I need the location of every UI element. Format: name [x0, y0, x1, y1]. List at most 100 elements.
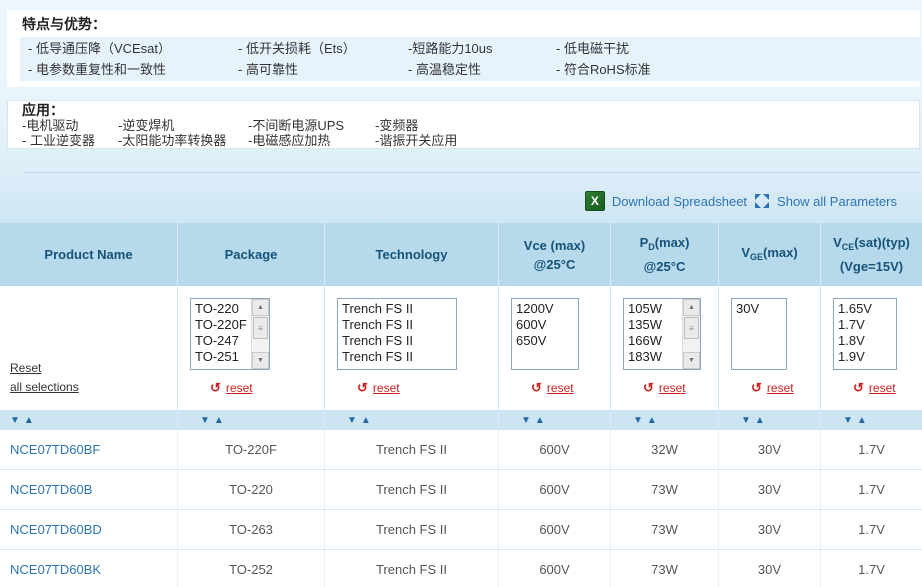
technology-cell: Trench FS II [325, 430, 499, 469]
vcesat-cell: 1.7V [821, 510, 922, 549]
reset-vce-link[interactable]: reset [547, 381, 574, 395]
column-header-pd-max: PD(max) @25°C [611, 223, 719, 286]
sort-desc-icon[interactable]: ▼ [347, 415, 357, 426]
sort-asc-icon[interactable]: ▲ [535, 415, 545, 426]
table-row: NCE07TD60BF TO-220F Trench FS II 600V 32… [0, 430, 922, 470]
applications-title: 应用： [8, 101, 919, 118]
reset-pd-link[interactable]: reset [659, 381, 686, 395]
feature-item: - 高可靠性 [238, 59, 408, 80]
reset-all-selections-link[interactable]: Reset [10, 359, 177, 378]
scrollbar-thumb[interactable]: ≡ [253, 317, 268, 339]
sort-desc-icon[interactable]: ▼ [741, 415, 751, 426]
reset-vcesat-link[interactable]: reset [869, 381, 896, 395]
application-item: -逆变焊机 [118, 118, 248, 133]
pd-option[interactable]: 183W [628, 349, 682, 365]
sort-asc-icon[interactable]: ▲ [361, 415, 371, 426]
show-all-parameters-link[interactable]: Show all Parameters [777, 194, 897, 209]
vge-listbox[interactable]: 30V [731, 298, 787, 370]
table-body: NCE07TD60BF TO-220F Trench FS II 600V 32… [0, 430, 922, 587]
technology-option[interactable]: Trench FS II [342, 349, 456, 365]
reset-vge-link[interactable]: reset [767, 381, 794, 395]
filter-reset-all: Reset all selections [0, 286, 178, 410]
filter-vcesat: 1.65V 1.7V 1.8V 1.9V ↺ reset [821, 286, 922, 410]
pd-cell: 73W [611, 510, 719, 549]
features-title: 特点与优势： [7, 10, 920, 37]
column-header-vcesat: VCE(sat)(typ) (Vge=15V) [821, 223, 922, 286]
vce-option[interactable]: 1200V [516, 301, 578, 317]
sort-desc-icon[interactable]: ▼ [843, 415, 853, 426]
vcesat-option[interactable]: 1.7V [838, 317, 896, 333]
package-cell: TO-220F [178, 430, 325, 469]
features-row: - 低导通压降（VCEsat） - 低开关损耗（Ets） -短路能力10us -… [20, 38, 920, 59]
package-listbox[interactable]: TO-220 TO-220F TO-247 TO-251 ▲ ≡ ▼ [190, 298, 270, 370]
download-spreadsheet-link[interactable]: Download Spreadsheet [612, 194, 747, 209]
vge-option[interactable]: 30V [736, 301, 786, 317]
scrollbar-thumb[interactable]: ≡ [684, 317, 699, 339]
filter-pd-max: 105W 135W 166W 183W ▲ ≡ ▼ ↺ reset [611, 286, 719, 410]
feature-item: - 电参数重复性和一致性 [28, 59, 238, 80]
vce-cell: 600V [499, 470, 611, 509]
applications-row: - 工业逆变器 -太阳能功率转换器 -电磁感应加热 -谐振开关应用 [8, 133, 919, 148]
vge-cell: 30V [719, 430, 821, 469]
sort-asc-icon[interactable]: ▲ [24, 415, 34, 426]
product-name-cell: NCE07TD60BK [0, 550, 178, 587]
vge-cell: 30V [719, 470, 821, 509]
sort-row: ▼ ▲ ▼ ▲ ▼ ▲ ▼ ▲ ▼ ▲ ▼ ▲ ▼ ▲ [0, 410, 922, 430]
product-link[interactable]: NCE07TD60B [10, 482, 92, 497]
pd-option[interactable]: 166W [628, 333, 682, 349]
sort-vge-max: ▼ ▲ [719, 410, 821, 430]
vce-listbox[interactable]: 1200V 600V 650V [511, 298, 579, 370]
technology-option[interactable]: Trench FS II [342, 333, 456, 349]
application-item: - 工业逆变器 [22, 133, 118, 148]
sort-desc-icon[interactable]: ▼ [521, 415, 531, 426]
sort-desc-icon[interactable]: ▼ [633, 415, 643, 426]
product-link[interactable]: NCE07TD60BK [10, 562, 101, 577]
sort-asc-icon[interactable]: ▲ [647, 415, 657, 426]
scroll-up-icon[interactable]: ▲ [683, 299, 700, 316]
reset-arrow-icon: ↺ [751, 382, 762, 394]
product-link[interactable]: NCE07TD60BD [10, 522, 102, 537]
package-cell: TO-252 [178, 550, 325, 587]
technology-option[interactable]: Trench FS II [342, 317, 456, 333]
sort-desc-icon[interactable]: ▼ [10, 415, 20, 426]
vcesat-listbox[interactable]: 1.65V 1.7V 1.8V 1.9V [833, 298, 897, 370]
sort-asc-icon[interactable]: ▲ [857, 415, 867, 426]
package-option[interactable]: TO-220 [195, 301, 251, 317]
vce-option[interactable]: 650V [516, 333, 578, 349]
vcesat-option[interactable]: 1.9V [838, 349, 896, 365]
sort-desc-icon[interactable]: ▼ [200, 415, 210, 426]
listbox-scrollbar[interactable]: ▲ ≡ ▼ [251, 299, 269, 369]
pd-listbox[interactable]: 105W 135W 166W 183W ▲ ≡ ▼ [623, 298, 701, 370]
scroll-up-icon[interactable]: ▲ [252, 299, 269, 316]
vge-cell: 30V [719, 550, 821, 587]
listbox-scrollbar[interactable]: ▲ ≡ ▼ [682, 299, 700, 369]
package-option[interactable]: TO-220F [195, 317, 251, 333]
scroll-down-icon[interactable]: ▼ [252, 352, 269, 369]
pd-option[interactable]: 135W [628, 317, 682, 333]
feature-item: - 符合RoHS标准 [556, 59, 920, 80]
vce-cell: 600V [499, 510, 611, 549]
vce-cell: 600V [499, 550, 611, 587]
excel-icon: X [585, 191, 605, 211]
applications-row: -电机驱动 -逆变焊机 -不间断电源UPS -变频器 [8, 118, 919, 133]
reset-package-link[interactable]: reset [226, 381, 253, 395]
vcesat-option[interactable]: 1.8V [838, 333, 896, 349]
applications-section: 应用： -电机驱动 -逆变焊机 -不间断电源UPS -变频器 - 工业逆变器 -… [7, 100, 920, 149]
reset-arrow-icon: ↺ [531, 382, 542, 394]
reset-arrow-icon: ↺ [357, 382, 368, 394]
package-option[interactable]: TO-247 [195, 333, 251, 349]
package-option[interactable]: TO-251 [195, 349, 251, 365]
vce-option[interactable]: 600V [516, 317, 578, 333]
scroll-down-icon[interactable]: ▼ [683, 352, 700, 369]
reset-technology-link[interactable]: reset [373, 381, 400, 395]
reset-all-selections-link[interactable]: all selections [10, 378, 177, 397]
column-header-product-name: Product Name [0, 223, 178, 286]
table-row: NCE07TD60BD TO-263 Trench FS II 600V 73W… [0, 510, 922, 550]
product-link[interactable]: NCE07TD60BF [10, 442, 100, 457]
vcesat-option[interactable]: 1.65V [838, 301, 896, 317]
pd-option[interactable]: 105W [628, 301, 682, 317]
sort-asc-icon[interactable]: ▲ [214, 415, 224, 426]
sort-asc-icon[interactable]: ▲ [755, 415, 765, 426]
technology-listbox[interactable]: Trench FS II Trench FS II Trench FS II T… [337, 298, 457, 370]
technology-option[interactable]: Trench FS II [342, 301, 456, 317]
